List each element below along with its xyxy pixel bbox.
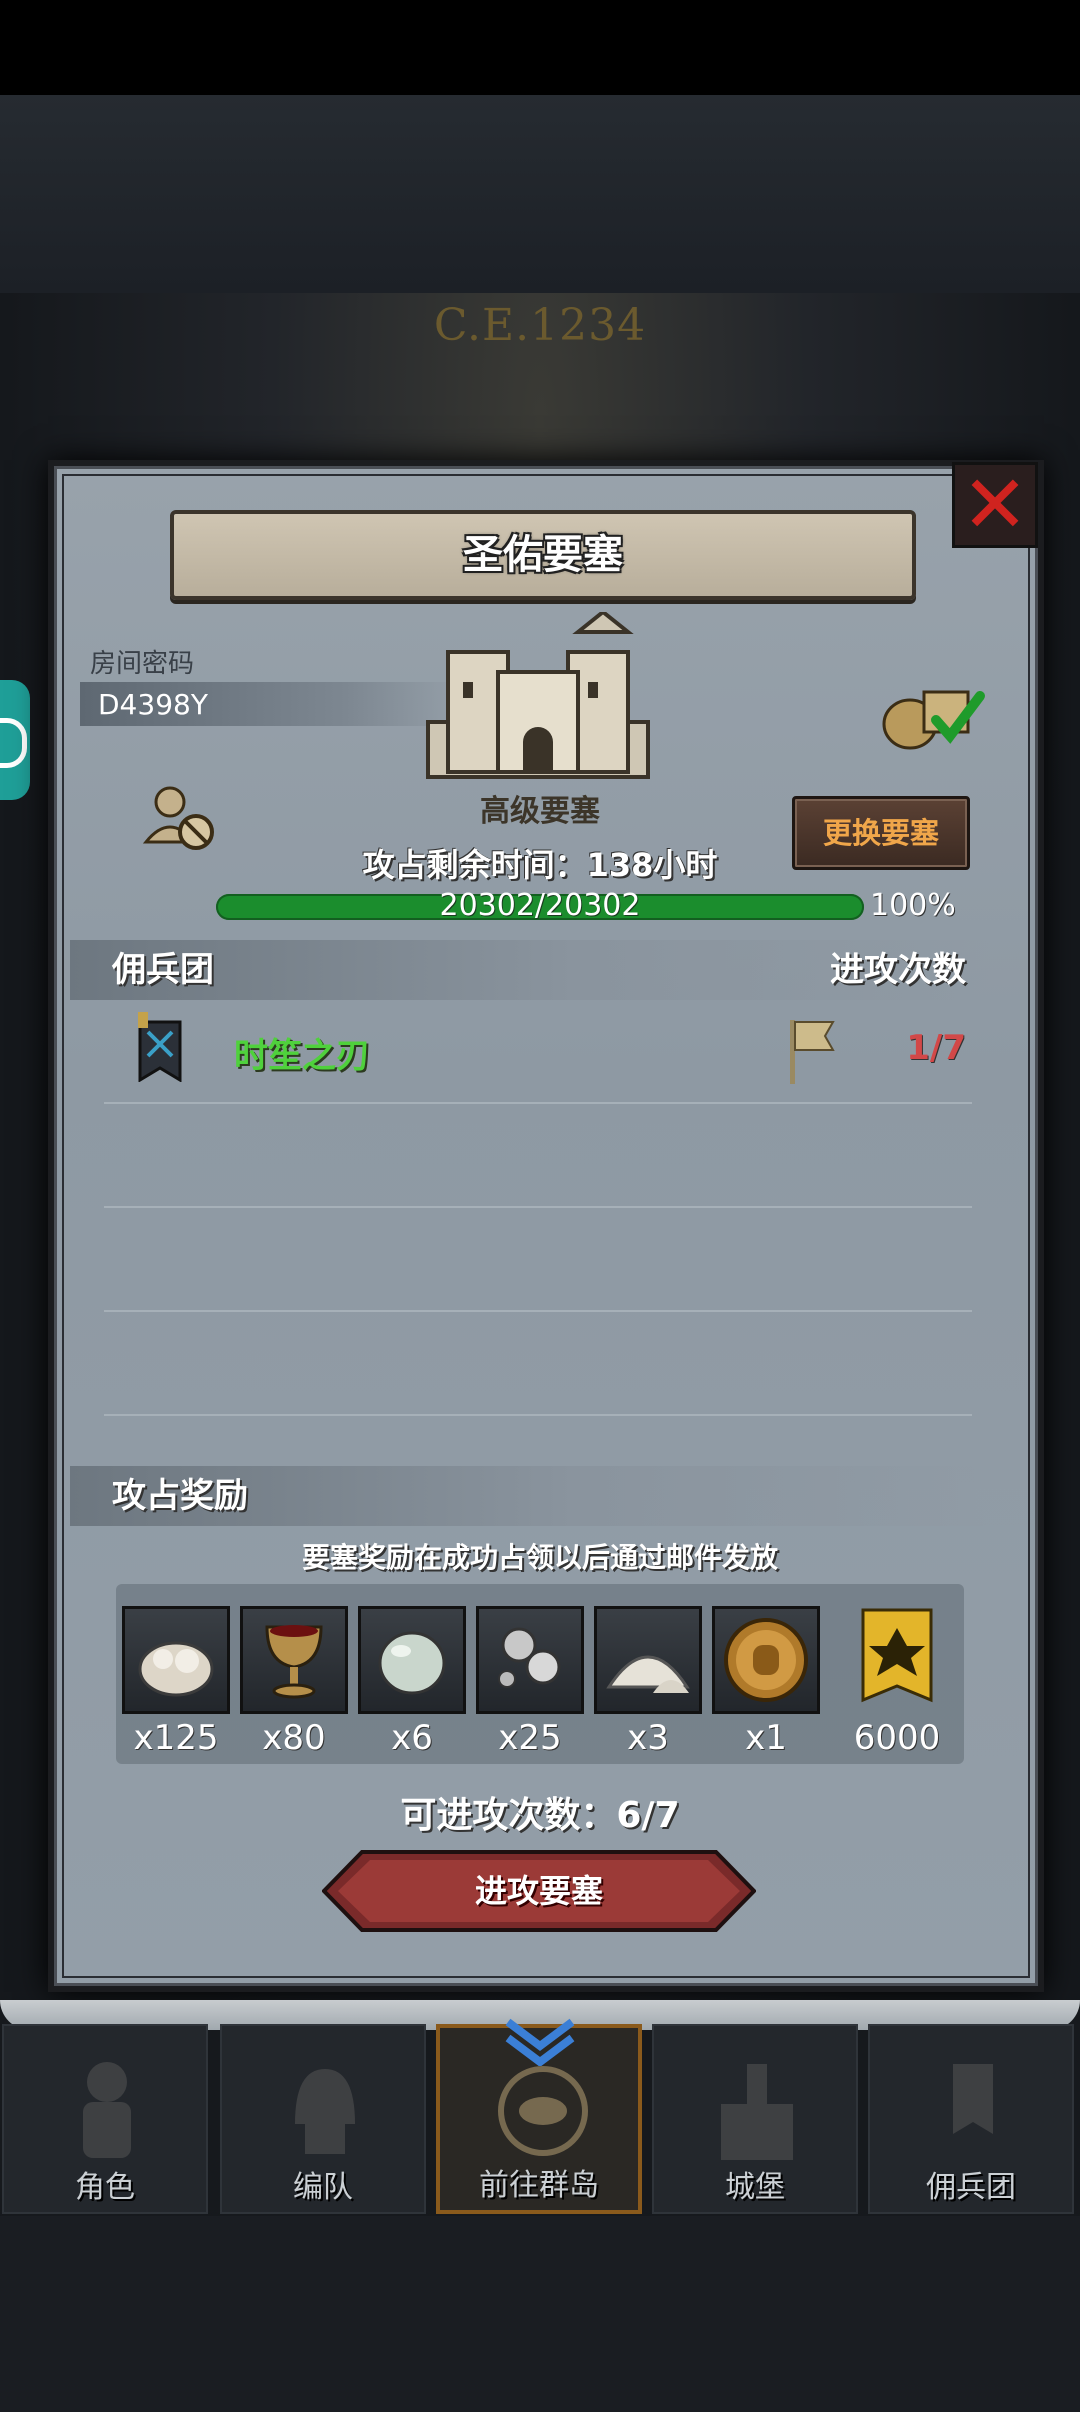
status-bar <box>0 0 1080 95</box>
reward-qty: x6 <box>391 1718 433 1758</box>
attack-fortress-button[interactable]: 进攻要塞 <box>321 1850 757 1932</box>
swap-fortress-button[interactable]: 更换要塞 <box>792 796 970 870</box>
attack-count: 1/7 <box>906 1028 966 1068</box>
nav-label: 城堡 <box>725 2170 785 2205</box>
silver-orbs-icon <box>476 1606 584 1714</box>
attack-fortress-label: 进攻要塞 <box>474 1872 603 1910</box>
nav-item-character[interactable]: 角色 <box>2 2024 208 2214</box>
knight-icon <box>83 2062 131 2158</box>
reward-qty: x125 <box>133 1718 219 1758</box>
castle-icon <box>721 2064 793 2160</box>
side-tab-icon <box>0 718 27 768</box>
reward-item[interactable]: x125 <box>122 1606 230 1758</box>
mercenary-icon <box>953 2064 993 2134</box>
reward-note: 要塞奖励在成功占领以后通过邮件发放 <box>301 1541 778 1574</box>
mercenary-header: 佣兵团 <box>112 950 214 990</box>
dialog-title-banner: 圣佑要塞 <box>170 510 916 600</box>
close-icon: ✕ <box>961 458 1029 551</box>
guild-emblem-icon <box>138 1012 182 1082</box>
reward-item[interactable]: x1 <box>712 1606 820 1758</box>
reward-item[interactable]: 6000 <box>843 1606 951 1758</box>
reward-item[interactable]: x25 <box>476 1606 584 1758</box>
reward-qty: x1 <box>745 1718 787 1758</box>
list-item-empty <box>104 1312 972 1416</box>
reward-section-header: 攻占奖励 <box>70 1466 990 1526</box>
room-code-label: 房间密码 <box>90 649 195 679</box>
close-button[interactable]: ✕ <box>952 462 1038 548</box>
nav-label: 编队 <box>293 2170 353 2205</box>
fortress-hp-text: 20302/20302 <box>439 888 641 923</box>
reward-qty: x3 <box>627 1718 669 1758</box>
helmet-icon <box>295 2069 355 2154</box>
attacks-remaining: 可进攻次数：6/7 <box>400 1795 680 1836</box>
nav-label: 佣兵团 <box>926 2170 1016 2205</box>
guild-name: 时笙之刃 <box>234 1036 370 1076</box>
flag-icon <box>790 1020 835 1084</box>
reward-item[interactable]: x3 <box>594 1606 702 1758</box>
reward-qty: x80 <box>262 1718 326 1758</box>
compass-map-icon <box>498 2066 588 2156</box>
salt-pile-icon <box>594 1606 702 1714</box>
room-code[interactable]: D4398Y <box>98 688 208 721</box>
nav-label: 角色 <box>75 2170 135 2205</box>
list-item[interactable]: 时笙之刃 1/7 <box>104 1000 972 1104</box>
knight-medal-icon <box>712 1606 820 1714</box>
ore-pile-icon <box>122 1606 230 1714</box>
reward-qty: 6000 <box>853 1718 941 1758</box>
reward-header: 攻占奖励 <box>112 1476 248 1516</box>
gem-stone-icon <box>358 1606 466 1714</box>
side-tab-button[interactable] <box>0 680 30 800</box>
fortress-hp-percent: 100% <box>870 888 956 923</box>
fortress-castle-icon <box>426 612 650 779</box>
nav-item-mercenary[interactable]: 佣兵团 <box>868 2024 1074 2214</box>
list-item-empty <box>104 1104 972 1208</box>
era-label: C.E.1234 <box>433 300 647 351</box>
swap-fortress-label: 更换要塞 <box>822 816 939 850</box>
goblet-icon <box>240 1606 348 1714</box>
reward-qty: x25 <box>498 1718 562 1758</box>
background-banner <box>0 95 1080 293</box>
mercenary-section-header: 佣兵团 进攻次数 <box>70 940 990 1000</box>
guild-banner-icon <box>843 1606 951 1714</box>
system-nav-area <box>0 2216 1080 2412</box>
reward-item[interactable]: x80 <box>240 1606 348 1758</box>
reward-item[interactable]: x6 <box>358 1606 466 1758</box>
chevron-down-icon <box>505 2018 575 2066</box>
dialog-title: 圣佑要塞 <box>463 532 623 578</box>
loot-bag-check-icon[interactable] <box>874 672 994 752</box>
nav-item-castle[interactable]: 城堡 <box>652 2024 858 2214</box>
list-item-empty <box>104 1208 972 1312</box>
nav-item-formation[interactable]: 编队 <box>220 2024 426 2214</box>
attack-count-header: 进攻次数 <box>830 950 966 990</box>
nav-label: 前往群岛 <box>479 2168 599 2203</box>
